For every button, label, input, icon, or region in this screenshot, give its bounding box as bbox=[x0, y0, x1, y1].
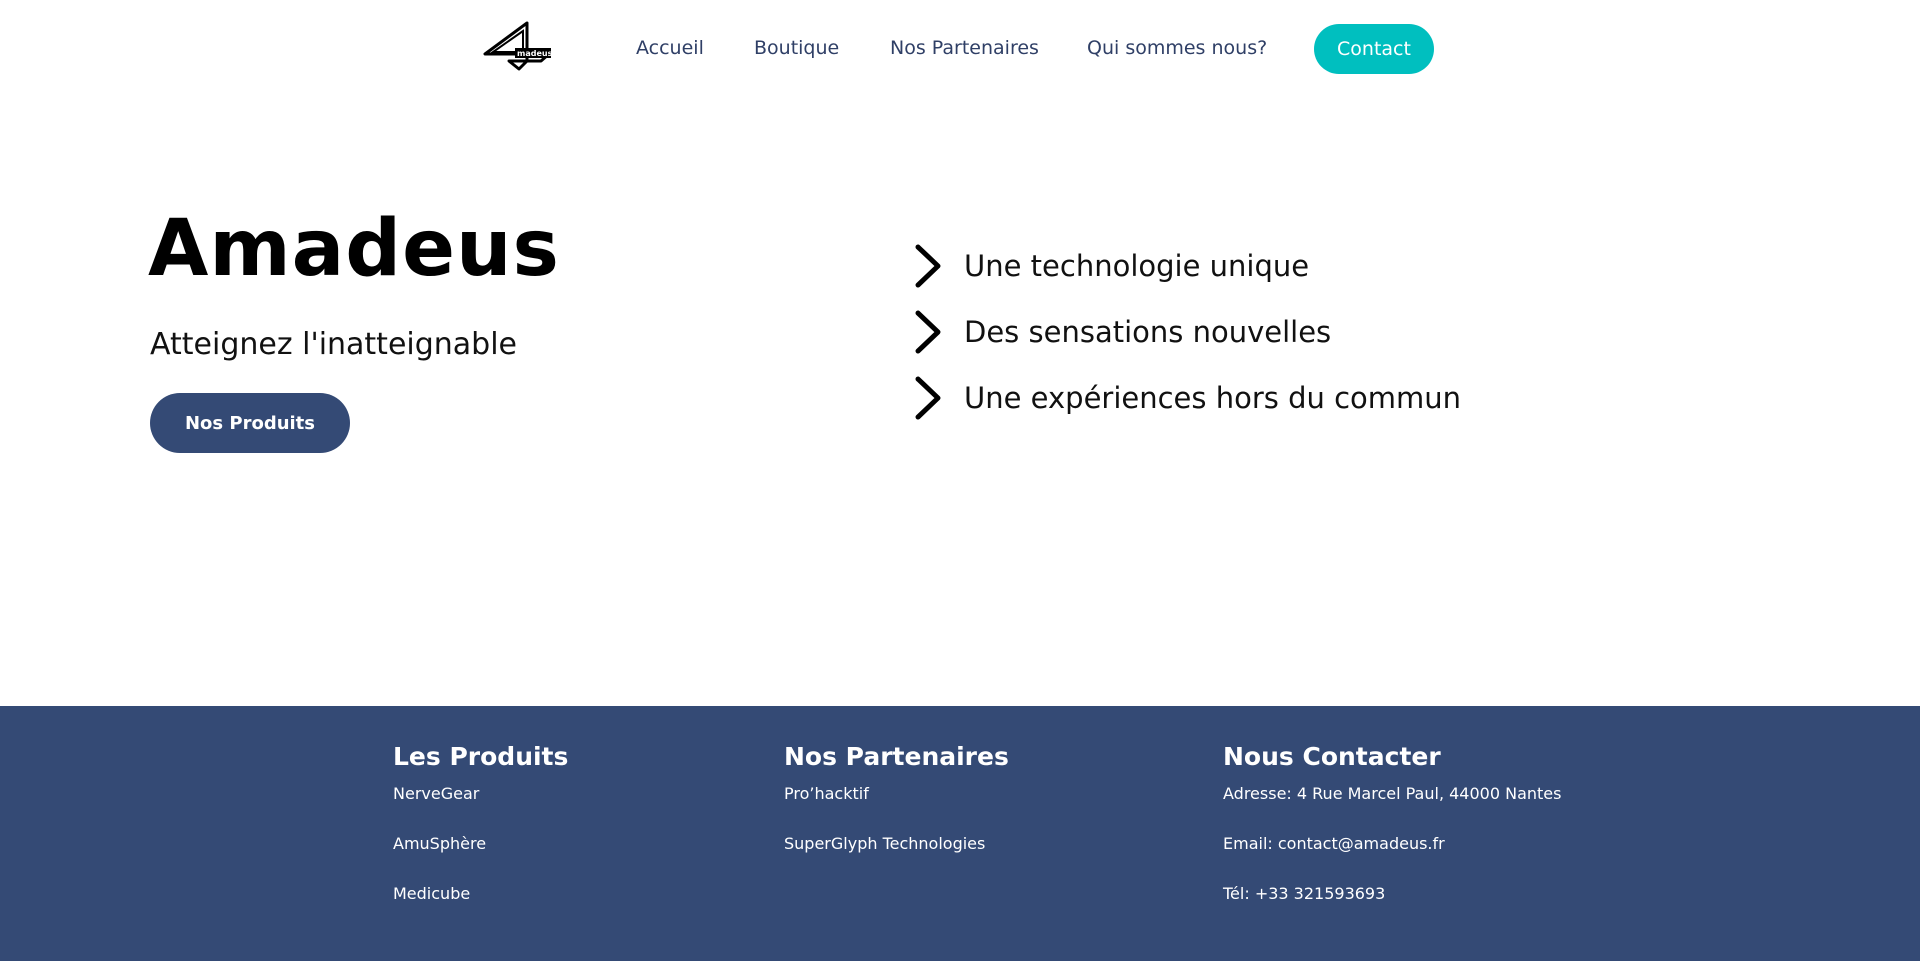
footer-products-title: Les Produits bbox=[393, 742, 569, 771]
nav-qui-sommes-nous[interactable]: Qui sommes nous? bbox=[1087, 37, 1267, 59]
footer-product-link[interactable]: AmuSphère bbox=[393, 834, 568, 884]
hero-title: Amadeus bbox=[148, 204, 560, 294]
footer-address: Adresse: 4 Rue Marcel Paul, 44000 Nantes bbox=[1223, 784, 1562, 803]
footer-product-link[interactable]: Medicube bbox=[393, 884, 568, 934]
feature-text: Une expériences hors du commun bbox=[964, 381, 1462, 415]
amadeus-logo-icon: madeus bbox=[483, 21, 553, 71]
hero-subtitle: Atteignez l'inatteignable bbox=[150, 327, 518, 362]
feature-item: Une technologie unique bbox=[910, 233, 1461, 299]
feature-item: Une expériences hors du commun bbox=[910, 365, 1461, 431]
footer-contact-title: Nous Contacter bbox=[1223, 742, 1441, 771]
nos-produits-button[interactable]: Nos Produits bbox=[150, 393, 350, 453]
chevron-right-icon bbox=[915, 310, 941, 354]
footer-product-link[interactable]: NerveGear bbox=[393, 784, 568, 834]
chevron-right-icon bbox=[915, 244, 941, 288]
svg-text:madeus: madeus bbox=[517, 49, 553, 58]
nav-partenaires[interactable]: Nos Partenaires bbox=[890, 37, 1039, 59]
nav-boutique[interactable]: Boutique bbox=[754, 37, 839, 59]
amadeus-logo[interactable]: madeus bbox=[479, 21, 553, 71]
site-header: madeus Accueil Boutique Nos Partenaires … bbox=[0, 0, 1920, 98]
feature-text: Une technologie unique bbox=[964, 249, 1310, 283]
contact-button[interactable]: Contact bbox=[1314, 24, 1434, 74]
footer-contact-column: Nous Contacter Adresse: 4 Rue Marcel Pau… bbox=[1223, 742, 1561, 934]
chevron-right-icon bbox=[915, 376, 941, 420]
feature-text: Des sensations nouvelles bbox=[964, 315, 1332, 349]
footer-email[interactable]: Email: contact@amadeus.fr bbox=[1223, 834, 1561, 884]
feature-list: Une technologie unique Des sensations no… bbox=[910, 233, 1461, 431]
feature-item: Des sensations nouvelles bbox=[910, 299, 1461, 365]
site-footer: Les Produits NerveGear AmuSphère Medicub… bbox=[0, 706, 1920, 961]
footer-products-column: Les Produits NerveGear AmuSphère Medicub… bbox=[393, 742, 568, 934]
footer-partners-column: Nos Partenaires Pro’hacktif SuperGlyph T… bbox=[784, 742, 1009, 884]
footer-partner-link[interactable]: SuperGlyph Technologies bbox=[784, 834, 1009, 884]
footer-partner-link[interactable]: Pro’hacktif bbox=[784, 784, 1009, 834]
footer-partners-title: Nos Partenaires bbox=[784, 742, 1009, 771]
footer-phone[interactable]: Tél: +33 321593693 bbox=[1223, 884, 1561, 934]
nav-accueil[interactable]: Accueil bbox=[636, 37, 704, 59]
